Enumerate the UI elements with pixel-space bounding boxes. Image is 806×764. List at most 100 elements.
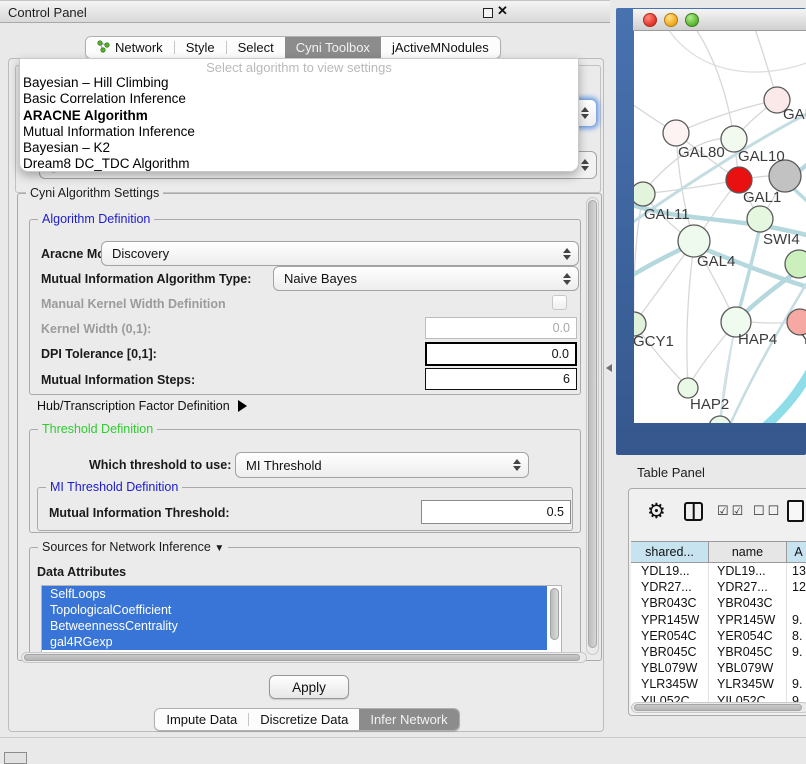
table-cell[interactable]	[787, 595, 806, 611]
network-edge[interactable]	[634, 194, 643, 323]
network-edge[interactable]	[694, 31, 734, 138]
network-edge[interactable]	[760, 361, 806, 423]
attribute-list-item[interactable]: TopologicalCoefficient	[42, 602, 547, 618]
tab-discretize-data[interactable]: Discretize Data	[249, 709, 359, 730]
table-cell[interactable]: YER054C	[709, 628, 787, 644]
mi-steps-input[interactable]: 6	[425, 368, 577, 390]
table-cell[interactable]: YDL19...	[709, 563, 787, 579]
column-header-shared-name[interactable]: shared...	[631, 542, 709, 562]
table-cell[interactable]: YBR043C	[709, 595, 787, 611]
manual-kernel-checkbox[interactable]	[552, 295, 567, 310]
gear-icon[interactable]: ⚙	[647, 501, 666, 523]
node-label: GAL1	[743, 189, 781, 206]
column-header-clipped[interactable]: A	[787, 542, 806, 562]
tab-impute-data[interactable]: Impute Data	[155, 709, 248, 730]
scrollbar-thumb[interactable]	[24, 654, 580, 661]
table-row[interactable]: YLR345WYLR345W9.	[631, 676, 806, 692]
close-panel-icon[interactable]: ✕	[497, 3, 508, 19]
minimized-panel-tab[interactable]	[4, 752, 27, 764]
settings-vertical-scrollbar[interactable]	[586, 197, 599, 655]
data-attributes-list[interactable]: SelfLoopsTopologicalCoefficientBetweenne…	[41, 585, 562, 653]
table-row[interactable]: YBL079WYBL079W	[631, 660, 806, 676]
settings-horizontal-scrollbar[interactable]	[21, 652, 587, 663]
table-cell[interactable]: YPR145W	[709, 612, 787, 628]
network-node[interactable]	[678, 378, 698, 398]
export-table-icon[interactable]	[787, 500, 804, 522]
column-view-icon[interactable]	[684, 502, 703, 521]
dropdown-item[interactable]: Basic Correlation Inference	[20, 91, 578, 107]
table-cell[interactable]: YBR045C	[631, 644, 709, 660]
attribute-list-item[interactable]: SelfLoops	[42, 586, 547, 602]
attribute-list-item[interactable]: gal4RGexp	[42, 634, 547, 650]
list-scrollbar-thumb[interactable]	[550, 588, 559, 640]
table-cell[interactable]: YPR145W	[631, 612, 709, 628]
network-node[interactable]	[634, 182, 655, 206]
network-node[interactable]	[747, 206, 773, 232]
tab-network[interactable]: Network	[86, 37, 174, 58]
table-row[interactable]: YPR145WYPR145W9.	[631, 612, 806, 628]
network-window-titlebar[interactable]	[633, 9, 806, 31]
table-row[interactable]: YDL19...YDL19...13	[631, 563, 806, 579]
table-panel: ⚙ ☑☑ ☐☐ shared... name A YDL19...YDL19..…	[628, 488, 806, 716]
table-cell[interactable]: YBR045C	[709, 644, 787, 660]
table-cell[interactable]: YLR345W	[709, 676, 787, 692]
table-cell[interactable]: YBL079W	[631, 660, 709, 676]
tab-infer-network[interactable]: Infer Network	[359, 709, 458, 730]
table-horizontal-scrollbar[interactable]	[631, 702, 806, 713]
dropdown-item[interactable]: Bayesian – Hill Climbing	[20, 75, 578, 91]
close-window-icon[interactable]	[643, 13, 657, 27]
table-row[interactable]: YDR27...YDR27...12	[631, 579, 806, 595]
network-view-canvas[interactable]: GALGAL80GAL10GAL1GAL11SWI4GAL4GCY1HAP4YH…	[634, 31, 806, 423]
table-cell[interactable]: 9.	[787, 676, 806, 692]
table-cell[interactable]: YDL19...	[631, 563, 709, 579]
table-cell[interactable]: YDR27...	[631, 579, 709, 595]
dropdown-item[interactable]: Bayesian – K2	[20, 140, 578, 156]
node-label: GCY1	[634, 333, 674, 350]
table-cell[interactable]: YLR345W	[631, 676, 709, 692]
table-row[interactable]: YER054CYER054C8.	[631, 628, 806, 644]
table-cell[interactable]: 8.	[787, 628, 806, 644]
table-row[interactable]: YBR043CYBR043C	[631, 595, 806, 611]
tab-style[interactable]: Style	[175, 37, 226, 58]
scrollbar-thumb[interactable]	[588, 200, 597, 648]
table-cell[interactable]: YBL079W	[709, 660, 787, 676]
table-cell[interactable]: 12	[787, 579, 806, 595]
deselect-all-icon[interactable]: ☐☐	[753, 503, 782, 519]
attribute-list-item[interactable]: BetweennessCentrality	[42, 618, 547, 634]
hub-factor-section-toggle[interactable]: Hub/Transcription Factor Definition	[37, 399, 247, 413]
table-cell[interactable]: 9.	[787, 644, 806, 660]
table-cell[interactable]: YER054C	[631, 628, 709, 644]
column-header-name[interactable]: name	[709, 542, 787, 562]
network-edge[interactable]	[664, 31, 806, 72]
aracne-mode-combo[interactable]: Discovery	[101, 241, 579, 266]
which-threshold-combo[interactable]: MI Threshold	[235, 452, 529, 478]
network-edge[interactable]	[687, 243, 694, 386]
zoom-window-icon[interactable]	[685, 13, 699, 27]
tab-cyni-toolbox[interactable]: Cyni Toolbox	[285, 37, 381, 58]
table-cell[interactable]	[787, 660, 806, 676]
select-all-icon[interactable]: ☑☑	[717, 503, 746, 519]
kernel-width-input[interactable]: 0.0	[425, 317, 577, 339]
network-node[interactable]	[785, 250, 806, 278]
float-panel-icon[interactable]	[483, 8, 493, 18]
dpi-tolerance-input[interactable]: 0.0	[425, 342, 577, 366]
table-cell[interactable]: YBR043C	[631, 595, 709, 611]
dropdown-item[interactable]: Dream8 DC_TDC Algorithm	[20, 156, 578, 172]
tab-select[interactable]: Select	[227, 37, 285, 58]
minimize-window-icon[interactable]	[664, 13, 678, 27]
network-node[interactable]	[709, 416, 731, 423]
network-node[interactable]	[663, 120, 689, 146]
mi-type-combo[interactable]: Naive Bayes	[273, 266, 579, 291]
dropdown-item[interactable]: Mutual Information Inference	[20, 124, 578, 140]
table-cell[interactable]: 9.	[787, 612, 806, 628]
apply-button[interactable]: Apply	[269, 675, 349, 699]
dropdown-item[interactable]: ARACNE Algorithm	[20, 108, 578, 124]
panel-divider-arrow[interactable]	[606, 364, 612, 372]
table-cell[interactable]: YDR27...	[709, 579, 787, 595]
tab-jactivemnodules[interactable]: jActiveMNodules	[381, 37, 500, 58]
scrollbar-thumb[interactable]	[634, 704, 802, 711]
table-cell[interactable]: 13	[787, 563, 806, 579]
table-row[interactable]: YBR045CYBR045C9.	[631, 644, 806, 660]
mi-threshold-input[interactable]: 0.5	[421, 500, 571, 524]
sources-legend[interactable]: Sources for Network Inference ▼	[38, 540, 228, 554]
